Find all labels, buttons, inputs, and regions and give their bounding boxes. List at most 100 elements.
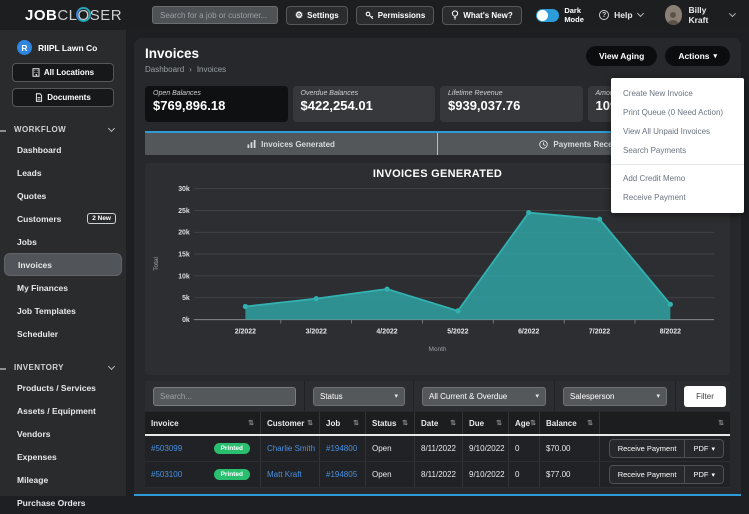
sidebar-item-label: Quotes (17, 191, 46, 201)
app-logo[interactable]: JOBCLOSER (25, 7, 122, 24)
column-header-balance[interactable]: Balance⇅ (540, 412, 600, 434)
filter-button[interactable]: Filter (684, 386, 726, 407)
svg-text:5k: 5k (182, 295, 190, 302)
sidebar-item-label: Leads (17, 168, 42, 178)
sidebar-item-purchase-orders[interactable]: Purchase Orders (0, 491, 126, 514)
breadcrumb-invoices: Invoices (197, 65, 226, 74)
column-label: Balance (546, 419, 577, 428)
sidebar-section-inventory[interactable]: INVENTORY (0, 359, 126, 376)
receive-payment-button[interactable]: Receive Payment (610, 466, 685, 483)
actions-cell: Receive Payment PDF ▾ (600, 436, 730, 461)
chevron-down-icon (729, 10, 736, 17)
customer-link[interactable]: Matt Kraft (267, 470, 302, 479)
stat-overdue-balances[interactable]: Overdue Balances $422,254.01 (293, 86, 436, 122)
row-action-group: Receive Payment PDF ▾ (609, 465, 724, 484)
sidebar-item-job-templates[interactable]: Job Templates (0, 299, 126, 322)
title-block: Invoices Dashboard › Invoices (145, 46, 226, 74)
whats-new-button[interactable]: What's New? (442, 6, 521, 25)
sidebar-item-mileage[interactable]: Mileage (0, 468, 126, 491)
global-search-input[interactable] (152, 6, 278, 24)
all-locations-button[interactable]: All Locations (12, 63, 114, 82)
sidebar-item-label: Expenses (17, 452, 57, 462)
column-header-customer[interactable]: Customer⇅ (261, 412, 320, 434)
column-header-job[interactable]: Job⇅ (320, 412, 366, 434)
table-header: Invoice⇅ Customer⇅ Job⇅ Status⇅ Date⇅ Du… (145, 412, 730, 436)
sidebar-item-leads[interactable]: Leads (0, 161, 126, 184)
sidebar-item-jobs[interactable]: Jobs (0, 230, 126, 253)
sort-icon: ⇅ (718, 419, 724, 427)
all-locations-label: All Locations (44, 68, 94, 77)
menu-item-create-new-invoice[interactable]: Create New Invoice (611, 84, 744, 103)
pdf-dropdown-button[interactable]: PDF ▾ (684, 440, 723, 457)
tab-invoices-generated[interactable]: Invoices Generated (145, 133, 437, 155)
column-header-date[interactable]: Date⇅ (415, 412, 463, 434)
settings-button[interactable]: ⚙ Settings (286, 6, 348, 25)
menu-item-view-all-unpaid[interactable]: View All Unpaid Invoices (611, 122, 744, 141)
help-menu[interactable]: ? Help (599, 10, 642, 20)
sidebar-item-my-finances[interactable]: My Finances (0, 276, 126, 299)
sidebar-item-label: Dashboard (17, 145, 61, 155)
building-icon (32, 68, 40, 77)
svg-text:6/2022: 6/2022 (518, 329, 539, 336)
stat-value: $769,896.18 (153, 98, 280, 113)
actions-button[interactable]: Actions ▾ (665, 46, 730, 66)
view-aging-button[interactable]: View Aging (586, 46, 657, 66)
stat-lifetime-revenue[interactable]: Lifetime Revenue $939,037.76 (440, 86, 583, 122)
svg-text:2/2022: 2/2022 (235, 329, 256, 336)
balance-cell: $77.00 (540, 462, 600, 487)
company-avatar: R (17, 40, 32, 55)
sort-icon: ⇅ (450, 419, 456, 427)
stat-open-balances[interactable]: Open Balances $769,896.18 (145, 86, 288, 122)
sidebar-item-dashboard[interactable]: Dashboard (0, 138, 126, 161)
sidebar-item-customers[interactable]: Customers 2 New (0, 207, 126, 230)
sidebar-item-invoices[interactable]: Invoices (4, 253, 122, 276)
sidebar-item-scheduler[interactable]: Scheduler (0, 322, 126, 345)
sidebar-item-expenses[interactable]: Expenses (0, 445, 126, 468)
caret-down-icon: ▾ (535, 392, 539, 400)
column-label: Age (515, 419, 530, 428)
filter-current-segment: All Current & Overdue ▾ (414, 381, 555, 411)
invoice-link[interactable]: #503100 (151, 470, 182, 479)
menu-item-receive-payment[interactable]: Receive Payment (611, 188, 744, 207)
sidebar-item-label: My Finances (17, 283, 68, 293)
column-header-age[interactable]: Age⇅ (509, 412, 540, 434)
invoice-cell: #503099 Printed (145, 436, 261, 461)
company-row[interactable]: R RIIPL Lawn Co (0, 30, 126, 63)
job-link[interactable]: #194800 (326, 444, 357, 453)
y-axis-label: Total (153, 257, 160, 271)
workflow-section-label: WORKFLOW (14, 125, 66, 134)
pdf-dropdown-button[interactable]: PDF ▾ (684, 466, 723, 483)
customer-link[interactable]: Charlie Smith (267, 444, 315, 453)
sidebar-item-products-services[interactable]: Products / Services (0, 376, 126, 399)
column-header-actions[interactable]: ⇅ (600, 412, 730, 434)
menu-item-print-queue[interactable]: Print Queue (0 Need Action) (611, 103, 744, 122)
date-cell: 8/11/2022 (415, 436, 463, 461)
svg-text:30k: 30k (178, 186, 190, 193)
menu-item-add-credit-memo[interactable]: Add Credit Memo (611, 169, 744, 188)
table-search-input[interactable] (153, 387, 296, 406)
filter-status-segment: Status ▾ (305, 381, 414, 411)
invoice-link[interactable]: #503099 (151, 444, 182, 453)
sidebar-item-vendors[interactable]: Vendors (0, 422, 126, 445)
column-header-invoice[interactable]: Invoice⇅ (145, 412, 261, 434)
stat-value: $939,037.76 (448, 98, 575, 113)
current-overdue-select[interactable]: All Current & Overdue ▾ (422, 387, 546, 406)
permissions-button[interactable]: Permissions (356, 6, 435, 25)
stat-label: Open Balances (153, 90, 280, 97)
column-header-due[interactable]: Due⇅ (463, 412, 509, 434)
breadcrumb-dashboard[interactable]: Dashboard (145, 65, 184, 74)
menu-item-search-payments[interactable]: Search Payments (611, 141, 744, 160)
status-select[interactable]: Status ▾ (313, 387, 405, 406)
svg-text:7/2022: 7/2022 (589, 329, 610, 336)
tab-label: Invoices Generated (261, 140, 335, 149)
dark-mode-toggle[interactable] (536, 9, 560, 22)
sidebar-section-workflow[interactable]: WORKFLOW (0, 121, 126, 138)
documents-button[interactable]: Documents (12, 88, 114, 107)
sidebar-item-quotes[interactable]: Quotes (0, 184, 126, 207)
sidebar-item-assets-equipment[interactable]: Assets / Equipment (0, 399, 126, 422)
user-menu[interactable]: Billy Kraft (665, 5, 735, 25)
column-header-status[interactable]: Status⇅ (366, 412, 415, 434)
receive-payment-button[interactable]: Receive Payment (610, 440, 685, 457)
job-link[interactable]: #194805 (326, 470, 357, 479)
salesperson-select[interactable]: Salesperson ▾ (563, 387, 667, 406)
